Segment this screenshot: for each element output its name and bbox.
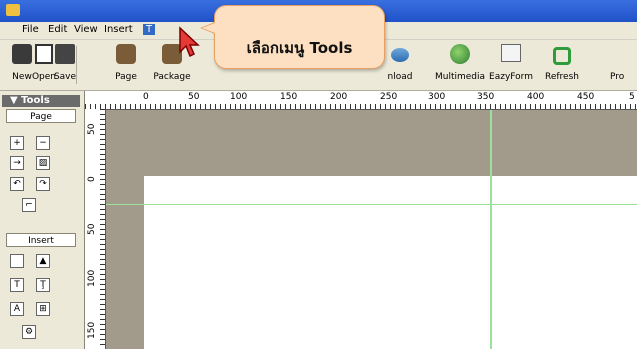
page-button-label: Page bbox=[115, 72, 137, 82]
refresh-button[interactable]: Refresh bbox=[538, 42, 586, 88]
ruler-label: 250 bbox=[380, 92, 398, 102]
ruler-label: 400 bbox=[527, 92, 545, 102]
ruler-label: 450 bbox=[577, 92, 595, 102]
undo-icon[interactable]: ↶ bbox=[10, 177, 24, 191]
next-page-icon[interactable]: → bbox=[10, 156, 24, 170]
insert-text-icon[interactable]: Ţ bbox=[36, 278, 50, 292]
save-icon bbox=[55, 44, 75, 64]
multimedia-button[interactable]: Multimedia bbox=[432, 42, 488, 88]
ruler-label: 50 bbox=[87, 123, 97, 135]
callout-pointer-fill bbox=[202, 23, 215, 33]
download-icon bbox=[391, 48, 409, 62]
ruler-label: 0 bbox=[143, 92, 149, 102]
eazyform-icon bbox=[501, 44, 521, 62]
page-button[interactable]: Page bbox=[104, 42, 148, 88]
menu-tools[interactable]: T bbox=[143, 24, 156, 35]
pro-button[interactable]: Pro bbox=[610, 42, 637, 88]
ruler-label: 150 bbox=[280, 92, 298, 102]
ruler-label: 100 bbox=[87, 269, 97, 287]
redo-icon[interactable]: ↷ bbox=[36, 177, 50, 191]
ruler-label: 0 bbox=[87, 176, 97, 182]
ruler-label: 300 bbox=[428, 92, 446, 102]
remove-page-icon[interactable]: − bbox=[36, 136, 50, 150]
insert-image-text-icon[interactable]: A bbox=[10, 302, 24, 316]
ruler-label: 150 bbox=[87, 321, 97, 339]
save-button[interactable]: Save bbox=[43, 42, 87, 88]
page-properties-icon[interactable]: ⌐ bbox=[22, 198, 36, 212]
tools-section-page[interactable]: Page bbox=[6, 109, 76, 123]
refresh-button-label: Refresh bbox=[545, 72, 579, 82]
menu-view[interactable]: View bbox=[74, 24, 98, 35]
insert-image-icon[interactable]: ▲ bbox=[36, 254, 50, 268]
horizontal-guide[interactable] bbox=[85, 204, 637, 205]
tools-panel-header[interactable]: ▼ Tools bbox=[2, 95, 80, 107]
pro-icon bbox=[615, 44, 635, 64]
insert-table-icon[interactable]: ⊞ bbox=[36, 302, 50, 316]
horizontal-ruler: 0 50 100 150 200 250 300 350 400 450 5 bbox=[85, 91, 637, 110]
insert-textbox-icon[interactable]: T bbox=[10, 278, 24, 292]
refresh-icon bbox=[553, 47, 571, 65]
toolbar-separator bbox=[76, 46, 77, 84]
multimedia-button-label: Multimedia bbox=[434, 72, 486, 82]
download-button-label: nload bbox=[387, 72, 413, 82]
menu-file[interactable]: File bbox=[22, 24, 39, 35]
app-icon bbox=[6, 4, 20, 16]
insert-object-icon[interactable]: ⚙ bbox=[22, 325, 36, 339]
package-button-label: Package bbox=[153, 72, 191, 82]
eazyform-button[interactable]: EazyForm bbox=[484, 42, 538, 88]
eazyform-button-label: EazyForm bbox=[489, 72, 533, 82]
tools-section-insert[interactable]: Insert bbox=[6, 233, 76, 247]
menu-insert[interactable]: Insert bbox=[104, 24, 133, 35]
save-button-label: Save bbox=[53, 72, 77, 82]
vertical-guide[interactable] bbox=[490, 91, 492, 349]
ruler-label: 50 bbox=[87, 223, 97, 235]
ruler-label: 5 bbox=[629, 92, 635, 102]
ruler-ticks bbox=[85, 104, 637, 109]
page-pattern-icon[interactable]: ▨ bbox=[36, 156, 50, 170]
page-icon bbox=[116, 44, 136, 64]
pro-button-label: Pro bbox=[610, 72, 625, 82]
ruler-ticks bbox=[100, 109, 105, 349]
ruler-label: 350 bbox=[477, 92, 495, 102]
ruler-label: 200 bbox=[330, 92, 348, 102]
multimedia-icon bbox=[450, 44, 470, 64]
mouse-cursor-icon bbox=[179, 26, 200, 58]
tools-panel: ▼ Tools Page + − → ▨ ↶ ↷ ⌐ Insert ▲ T Ţ … bbox=[0, 91, 85, 349]
page-canvas[interactable] bbox=[144, 176, 637, 349]
callout-text: เลือกเมนู Tools bbox=[246, 39, 353, 57]
ruler-label: 50 bbox=[188, 92, 200, 102]
ruler-label: 100 bbox=[230, 92, 248, 102]
add-page-icon[interactable]: + bbox=[10, 136, 24, 150]
instruction-callout: เลือกเมนู Tools bbox=[214, 5, 385, 69]
vertical-ruler: 50 0 50 100 150 bbox=[85, 109, 106, 349]
insert-box-icon[interactable] bbox=[10, 254, 24, 268]
menu-edit[interactable]: Edit bbox=[48, 24, 67, 35]
